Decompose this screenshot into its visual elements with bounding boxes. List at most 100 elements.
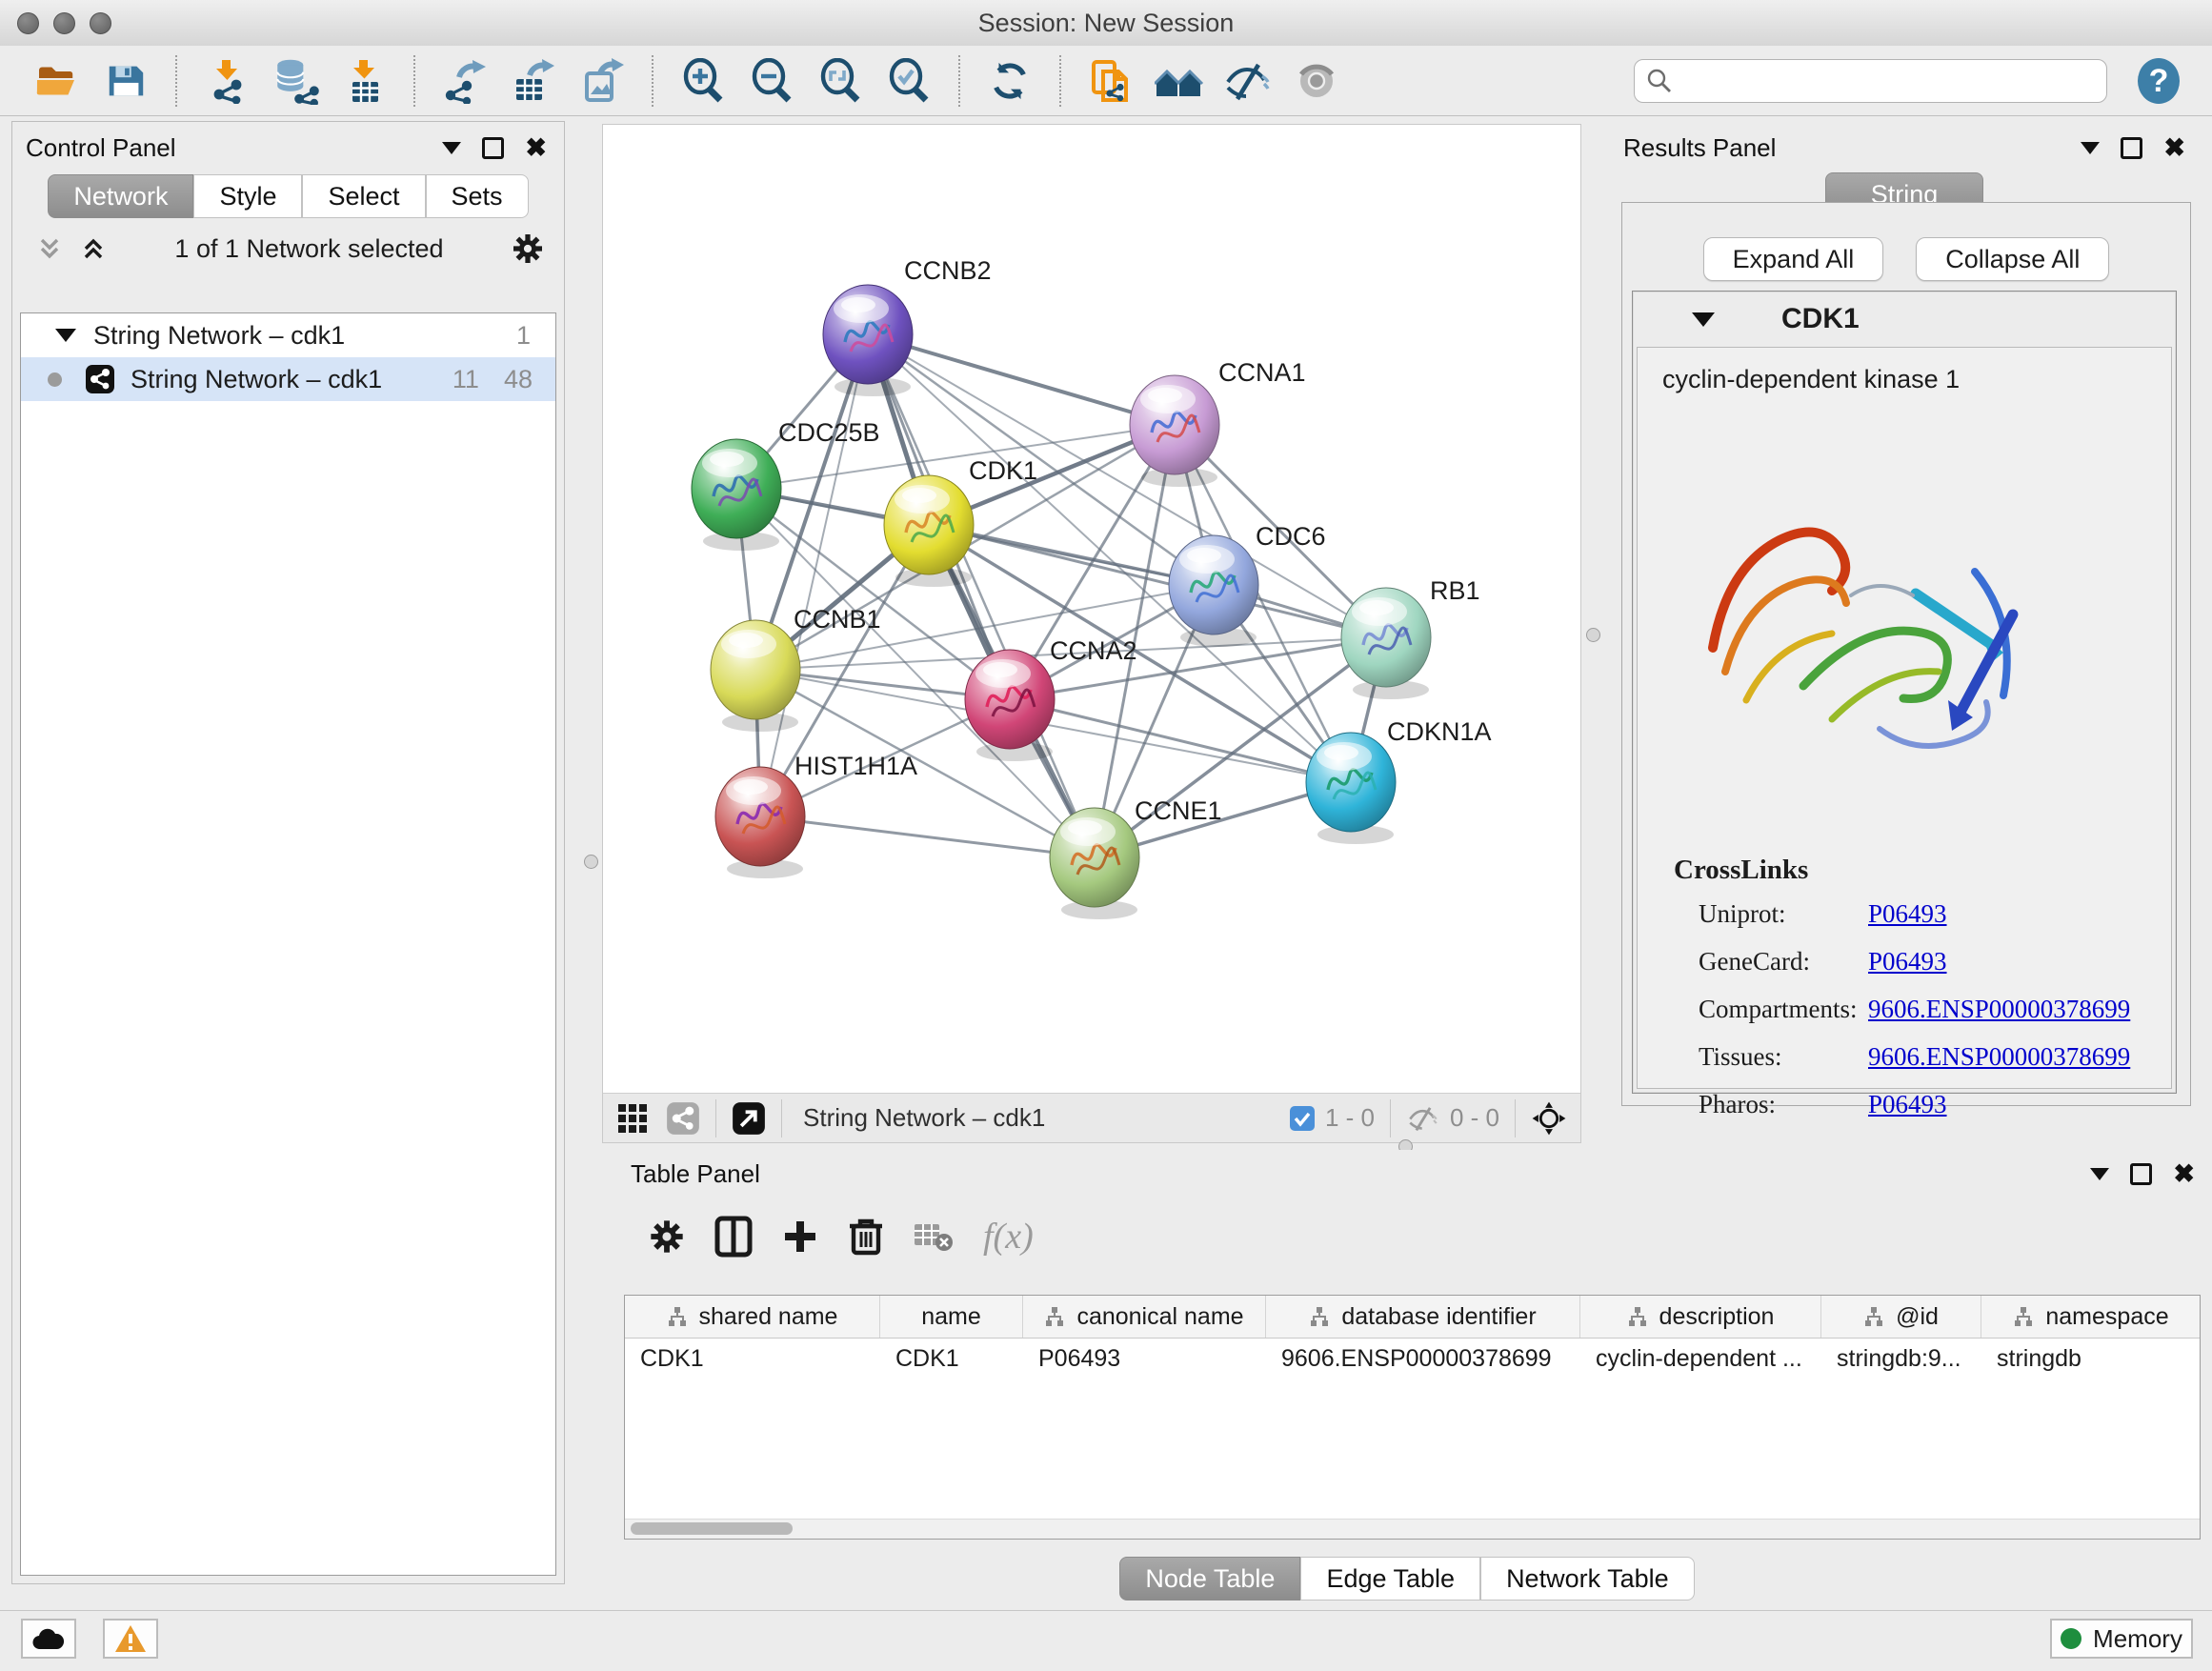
grid-view-icon[interactable] <box>616 1102 649 1135</box>
float-panel-icon[interactable] <box>2121 137 2142 159</box>
export-image-button[interactable] <box>575 54 629 108</box>
table-cell[interactable]: CDK1 <box>625 1339 880 1379</box>
save-session-button[interactable] <box>99 54 152 108</box>
column-header-canonical-name[interactable]: canonical name <box>1023 1296 1266 1338</box>
crosslink-link[interactable]: P06493 <box>1868 899 1947 929</box>
help-button[interactable]: ? <box>2132 54 2185 108</box>
collapse-all-button[interactable]: Collapse All <box>1916 237 2109 281</box>
minimize-window-button[interactable] <box>53 12 75 34</box>
network-node-CDK1[interactable] <box>884 475 974 574</box>
zoom-window-button[interactable] <box>90 12 111 34</box>
protein-card-header[interactable]: CDK1 <box>1633 292 2176 347</box>
crosslink-link[interactable]: P06493 <box>1868 1090 1947 1119</box>
zoom-selected-button[interactable] <box>882 54 935 108</box>
expand-all-networks-icon[interactable] <box>35 234 64 263</box>
collection-expand-triangle-icon[interactable] <box>55 329 76 342</box>
close-panel-icon[interactable]: ✖ <box>525 135 547 161</box>
table-cell[interactable]: P06493 <box>1023 1339 1266 1379</box>
horizontal-scrollbar[interactable] <box>625 1519 2200 1539</box>
float-panel-icon[interactable] <box>482 137 504 159</box>
warning-status-button[interactable] <box>103 1619 158 1659</box>
collapse-panel-icon[interactable] <box>442 142 461 154</box>
add-column-icon[interactable] <box>781 1218 819 1256</box>
network-node-CCNA2[interactable] <box>965 650 1055 749</box>
import-network-button[interactable] <box>200 54 253 108</box>
export-network-button[interactable] <box>438 54 492 108</box>
network-birds-eye-icon[interactable] <box>666 1101 700 1136</box>
delete-table-icon[interactable] <box>913 1220 955 1253</box>
selected-checkbox-icon[interactable] <box>1289 1105 1316 1132</box>
tab-style[interactable]: Style <box>193 174 302 218</box>
open-in-window-icon[interactable] <box>732 1101 766 1136</box>
float-panel-icon[interactable] <box>2130 1163 2152 1185</box>
collapse-all-networks-icon[interactable] <box>79 234 108 263</box>
node-table[interactable]: shared namenamecanonical namedatabase id… <box>624 1295 2201 1540</box>
cloud-status-button[interactable] <box>21 1619 76 1659</box>
column-header-description[interactable]: description <box>1580 1296 1821 1338</box>
table-options-gear-icon[interactable] <box>648 1218 686 1256</box>
export-table-button[interactable] <box>507 54 560 108</box>
column-header--id[interactable]: @id <box>1821 1296 1981 1338</box>
scrollbar-thumb[interactable] <box>631 1522 793 1535</box>
tab-sets[interactable]: Sets <box>426 174 529 218</box>
hidden-eye-slash-icon[interactable] <box>1406 1104 1440 1133</box>
network-node-CCNA1[interactable] <box>1130 375 1219 474</box>
hide-selected-button[interactable] <box>1221 54 1275 108</box>
fit-content-crosshair-icon[interactable] <box>1531 1100 1567 1137</box>
table-row[interactable]: CDK1CDK1P064939606.ENSP00000378699cyclin… <box>625 1339 2200 1379</box>
network-node-CCNE1[interactable] <box>1050 808 1139 907</box>
column-header-namespace[interactable]: namespace <box>1981 1296 2201 1338</box>
close-panel-icon[interactable]: ✖ <box>2163 135 2185 161</box>
function-builder-icon[interactable]: f(x) <box>983 1216 1034 1258</box>
search-input[interactable] <box>1673 67 2095 95</box>
tab-network[interactable]: Network <box>48 174 193 218</box>
zoom-fit-button[interactable] <box>814 54 867 108</box>
network-node-CDC6[interactable] <box>1169 535 1258 634</box>
first-neighbors-button[interactable] <box>1153 54 1206 108</box>
table-cell[interactable]: stringdb:9... <box>1821 1339 1981 1379</box>
network-graph-canvas[interactable]: CCNB2CCNA1CDC25BCDK1CDC6RB1CCNB1CCNA2CDK… <box>603 125 1580 1093</box>
column-header-database-identifier[interactable]: database identifier <box>1266 1296 1580 1338</box>
expand-all-button[interactable]: Expand All <box>1703 237 1884 281</box>
column-header-name[interactable]: name <box>880 1296 1023 1338</box>
splitter-handle[interactable] <box>1586 628 1600 642</box>
close-panel-icon[interactable]: ✖ <box>2173 1161 2195 1187</box>
open-session-button[interactable] <box>30 54 84 108</box>
crosslink-link[interactable]: P06493 <box>1868 947 1947 976</box>
import-table-button[interactable] <box>337 54 391 108</box>
tab-node-table[interactable]: Node Table <box>1119 1557 1300 1601</box>
tab-network-table[interactable]: Network Table <box>1480 1557 1695 1601</box>
splitter-handle[interactable] <box>584 855 598 869</box>
table-cell[interactable]: 9606.ENSP00000378699 <box>1266 1339 1580 1379</box>
tab-edge-table[interactable]: Edge Table <box>1300 1557 1480 1601</box>
network-node-HIST1H1A[interactable] <box>715 767 805 866</box>
show-columns-icon[interactable] <box>714 1216 753 1258</box>
zoom-in-button[interactable] <box>676 54 730 108</box>
crosslink-link[interactable]: 9606.ENSP00000378699 <box>1868 1042 2130 1072</box>
network-node-CDC25B[interactable] <box>692 439 781 538</box>
copy-style-button[interactable] <box>1084 54 1137 108</box>
table-cell[interactable]: stringdb <box>1981 1339 2201 1379</box>
import-network-from-database-button[interactable] <box>269 54 322 108</box>
table-cell[interactable]: CDK1 <box>880 1339 1023 1379</box>
table-cell[interactable]: cyclin-dependent ... <box>1580 1339 1821 1379</box>
close-window-button[interactable] <box>17 12 39 34</box>
tab-select[interactable]: Select <box>302 174 425 218</box>
protein-expand-triangle-icon[interactable] <box>1692 312 1715 327</box>
network-node-CCNB2[interactable] <box>823 285 913 384</box>
column-header-shared-name[interactable]: shared name <box>625 1296 880 1338</box>
search-box[interactable] <box>1634 59 2107 103</box>
network-node-CDKN1A[interactable] <box>1306 733 1396 832</box>
network-row-selected[interactable]: String Network – cdk1 11 48 <box>21 357 555 401</box>
crosslink-link[interactable]: 9606.ENSP00000378699 <box>1868 995 2130 1024</box>
refresh-button[interactable] <box>983 54 1036 108</box>
zoom-out-button[interactable] <box>745 54 798 108</box>
delete-column-trash-icon[interactable] <box>848 1217 884 1257</box>
collapse-panel-icon[interactable] <box>2090 1168 2109 1180</box>
memory-status-button[interactable]: Memory <box>2050 1619 2193 1659</box>
network-node-RB1[interactable] <box>1341 588 1431 687</box>
network-collection-row[interactable]: String Network – cdk1 1 <box>21 313 555 357</box>
network-node-CCNB1[interactable] <box>711 620 800 719</box>
collapse-panel-icon[interactable] <box>2081 142 2100 154</box>
show-all-button[interactable] <box>1290 54 1343 108</box>
